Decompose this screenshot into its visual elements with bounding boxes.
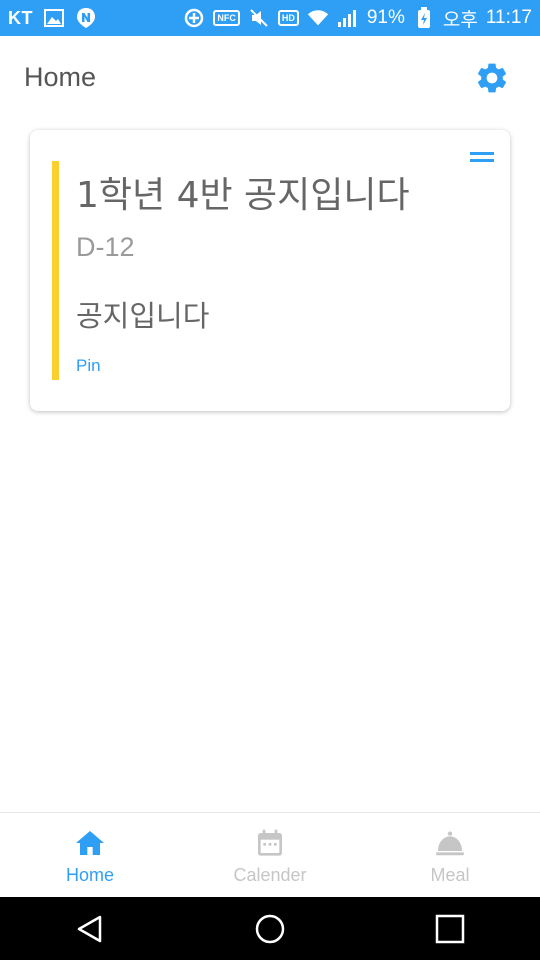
calendar-icon <box>258 829 282 856</box>
home-system-button[interactable] <box>240 899 300 959</box>
notice-body: 공지입니다 <box>76 299 210 333</box>
mute-icon <box>248 7 270 29</box>
tab-meal-label: Meal <box>430 865 470 885</box>
system-nav-bar <box>0 897 540 960</box>
nfc-icon: NFC <box>213 10 240 26</box>
tab-home-label: Home <box>65 865 114 885</box>
back-triangle-icon <box>77 915 102 942</box>
battery-percent: 91% <box>366 7 405 28</box>
app-header: Home <box>0 36 540 120</box>
signal-icon <box>337 7 359 29</box>
tab-home[interactable]: Home <box>0 813 180 897</box>
page-title: Home <box>24 62 97 92</box>
recents-square-icon <box>435 914 465 943</box>
notice-title: 1학년 4반 공지입니다 <box>76 175 410 216</box>
status-bar: KT NFC HD 91% 오후 11:17 <box>0 0 540 36</box>
menu-icon-line <box>470 159 494 162</box>
carrier-label: KT <box>8 7 33 28</box>
back-button[interactable] <box>60 899 120 959</box>
bottom-tab-bar: Home Calender Meal <box>0 812 540 897</box>
pin-button[interactable]: Pin <box>76 356 101 376</box>
ampm-label: 오후 <box>442 9 478 31</box>
hd-voice-icon: HD <box>277 10 299 26</box>
clock: 11:17 <box>485 7 532 28</box>
meal-icon <box>436 831 464 856</box>
gallery-icon <box>43 7 65 29</box>
home-icon <box>76 831 104 855</box>
card-menu-button[interactable] <box>470 152 496 164</box>
settings-button[interactable] <box>474 60 510 96</box>
card-accent-bar <box>52 161 59 380</box>
tab-calendar-label: Calender <box>233 865 307 885</box>
wifi-icon <box>307 7 329 29</box>
naver-icon <box>75 7 97 29</box>
notice-card[interactable]: 1학년 4반 공지입니다 D-12 공지입니다 Pin <box>30 130 510 411</box>
tab-meal[interactable]: Meal <box>360 813 540 897</box>
gear-icon <box>477 63 507 93</box>
add-circle-icon <box>183 7 205 29</box>
tab-calendar[interactable]: Calender <box>180 813 360 897</box>
home-circle-icon <box>255 914 285 943</box>
recents-button[interactable] <box>420 899 480 959</box>
notice-dday: D-12 <box>76 232 135 262</box>
menu-icon-line <box>470 152 494 155</box>
battery-icon <box>413 7 435 29</box>
